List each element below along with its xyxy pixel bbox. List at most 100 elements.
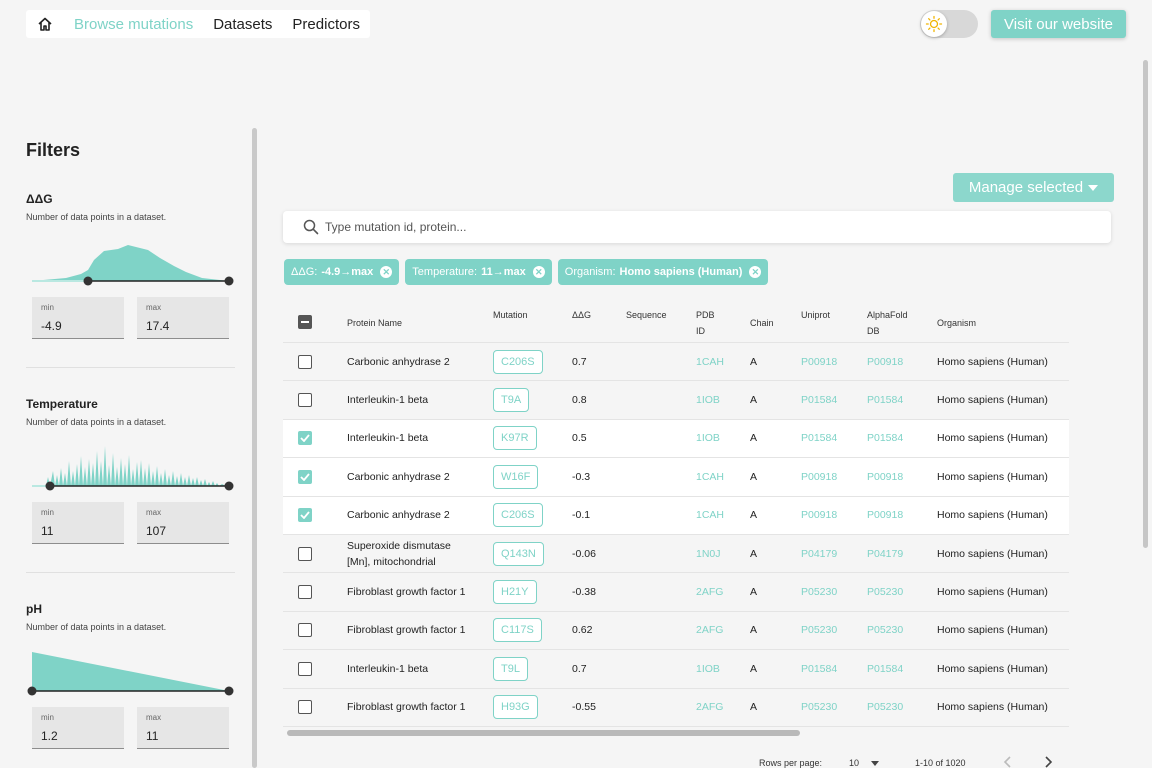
pdb-link[interactable]: 1CAH xyxy=(696,509,724,521)
mutation-tag[interactable]: H21Y xyxy=(493,580,537,605)
ph-max-handle[interactable] xyxy=(224,686,234,696)
mutation-tag[interactable]: C206S xyxy=(493,503,543,528)
row-checkbox[interactable] xyxy=(298,623,312,638)
row-checkbox[interactable] xyxy=(298,700,312,715)
chip-ddg[interactable]: ΔΔG: -4.9→max ✕ xyxy=(284,259,400,285)
ph-min-field[interactable]: min 1.2 xyxy=(32,707,124,749)
ddg-min-handle[interactable] xyxy=(83,276,93,286)
table-row[interactable]: Interleukin-1 beta T9A 0.8 1IOB A P01584 P0158… xyxy=(283,381,1069,420)
nav-datasets[interactable]: Datasets xyxy=(213,16,272,33)
table-row[interactable]: Superoxide dismutase [Mn], mitochondrial… xyxy=(283,535,1069,574)
mutation-tag[interactable]: Q143N xyxy=(493,541,544,566)
alphafold-link[interactable]: P05230 xyxy=(867,624,903,636)
pdb-link[interactable]: 1CAH xyxy=(696,471,724,483)
caret-down-icon[interactable] xyxy=(871,761,879,766)
pdb-link[interactable]: 1N0J xyxy=(696,548,721,560)
ph-min-handle[interactable] xyxy=(27,686,37,696)
row-checkbox[interactable] xyxy=(298,393,312,408)
uniprot-link[interactable]: P04179 xyxy=(801,548,837,560)
table-row[interactable]: Fibroblast growth factor 1 H21Y -0.38 2AFG A… xyxy=(283,573,1069,612)
close-icon[interactable]: ✕ xyxy=(380,266,393,278)
alphafold-link[interactable]: P01584 xyxy=(867,394,903,406)
alphafold-link[interactable]: P05230 xyxy=(867,586,903,598)
header-organism[interactable]: Organism xyxy=(937,315,976,331)
mutation-tag[interactable]: C206S xyxy=(493,349,543,374)
header-chain[interactable]: Chain xyxy=(750,315,774,331)
uniprot-link[interactable]: P00918 xyxy=(801,356,837,368)
visit-website-button[interactable]: Visit our website xyxy=(991,10,1126,38)
ph-histogram[interactable] xyxy=(26,636,236,696)
uniprot-link[interactable]: P05230 xyxy=(801,586,837,598)
ddg-max-field[interactable]: max 17.4 xyxy=(137,297,229,339)
table-row[interactable]: Fibroblast growth factor 1 H93G -0.55 2AFG A… xyxy=(283,689,1069,727)
nav-browse-mutations[interactable]: Browse mutations xyxy=(74,16,193,33)
mutation-tag[interactable]: W16F xyxy=(493,464,539,489)
ph-max-field[interactable]: max 11 xyxy=(137,707,229,749)
alphafold-link[interactable]: P04179 xyxy=(867,548,903,560)
table-row[interactable]: Interleukin-1 beta K97R 0.5 1IOB A P01584 P015… xyxy=(283,419,1069,459)
table-row[interactable]: Carbonic anhydrase 2 W16F -0.3 1CAH A P00918 P… xyxy=(283,458,1069,497)
pdb-link[interactable]: 2AFG xyxy=(696,586,723,598)
uniprot-link[interactable]: P00918 xyxy=(801,509,837,521)
nav-predictors[interactable]: Predictors xyxy=(292,16,360,33)
close-icon[interactable]: ✕ xyxy=(532,266,545,278)
mutation-tag[interactable]: H93G xyxy=(493,695,538,720)
alphafold-link[interactable]: P01584 xyxy=(867,663,903,675)
page-scrollbar[interactable] xyxy=(1143,60,1148,548)
uniprot-link[interactable]: P01584 xyxy=(801,663,837,675)
row-checkbox[interactable] xyxy=(298,354,312,369)
pdb-link[interactable]: 2AFG xyxy=(696,624,723,636)
alphafold-link[interactable]: P05230 xyxy=(867,701,903,713)
ddg-histogram[interactable] xyxy=(26,226,236,286)
pdb-link[interactable]: 1IOB xyxy=(696,394,720,406)
table-row[interactable]: Carbonic anhydrase 2 C206S -0.1 1CAH A P00918… xyxy=(283,496,1069,535)
uniprot-link[interactable]: P01584 xyxy=(801,432,837,444)
manage-selected-button[interactable]: Manage selected xyxy=(953,173,1114,202)
close-icon[interactable]: ✕ xyxy=(749,266,762,278)
temperature-min-field[interactable]: min 11 xyxy=(32,502,124,544)
search-input[interactable] xyxy=(325,220,1025,234)
alphafold-link[interactable]: P00918 xyxy=(867,356,903,368)
row-checkbox[interactable] xyxy=(298,469,312,484)
pdb-link[interactable]: 1CAH xyxy=(696,356,724,368)
horizontal-scrollbar[interactable] xyxy=(287,730,800,736)
table-row[interactable]: Fibroblast growth factor 1 C117S 0.62 2AFG A… xyxy=(283,612,1069,651)
row-checkbox[interactable] xyxy=(298,508,312,523)
header-pdb[interactable]: PDB ID xyxy=(696,307,715,339)
row-checkbox[interactable] xyxy=(298,585,312,600)
uniprot-link[interactable]: P00918 xyxy=(801,471,837,483)
uniprot-link[interactable]: P05230 xyxy=(801,701,837,713)
mutation-tag[interactable]: K97R xyxy=(493,426,537,451)
temperature-max-handle[interactable] xyxy=(224,481,234,491)
mutation-tag[interactable]: T9A xyxy=(493,388,530,413)
mutation-tag[interactable]: T9L xyxy=(493,656,528,681)
pdb-link[interactable]: 1IOB xyxy=(696,432,720,444)
row-checkbox[interactable] xyxy=(298,661,312,676)
chevron-left-icon[interactable] xyxy=(1003,756,1013,768)
alphafold-link[interactable]: P00918 xyxy=(867,509,903,521)
rows-per-page-select[interactable]: 10 xyxy=(849,758,859,768)
table-row[interactable]: Carbonic anhydrase 2 C206S 0.7 1CAH A P00918 P… xyxy=(283,343,1069,382)
home-icon[interactable] xyxy=(36,15,54,33)
theme-toggle[interactable] xyxy=(920,10,978,38)
uniprot-link[interactable]: P01584 xyxy=(801,394,837,406)
pdb-link[interactable]: 2AFG xyxy=(696,701,723,713)
chip-temperature[interactable]: Temperature: 11→max ✕ xyxy=(405,259,552,285)
mutation-tag[interactable]: C117S xyxy=(493,618,542,643)
table-row[interactable]: Interleukin-1 beta T9L 0.7 1IOB A P01584 P0158… xyxy=(283,650,1069,689)
temperature-histogram[interactable] xyxy=(26,431,236,491)
header-protein-name[interactable]: Protein Name xyxy=(347,315,402,331)
header-ddg[interactable]: ΔΔG xyxy=(572,307,591,323)
header-sequence[interactable]: Sequence xyxy=(626,307,667,323)
chip-organism[interactable]: Organism: Homo sapiens (Human) ✕ xyxy=(557,259,769,285)
temperature-max-field[interactable]: max 107 xyxy=(137,502,229,544)
alphafold-link[interactable]: P01584 xyxy=(867,432,903,444)
row-checkbox[interactable] xyxy=(298,546,312,561)
temperature-min-handle[interactable] xyxy=(45,481,55,491)
header-alphafold[interactable]: AlphaFold DB xyxy=(867,307,908,339)
row-checkbox[interactable] xyxy=(298,431,312,446)
ddg-min-field[interactable]: min -4.9 xyxy=(32,297,124,339)
pdb-link[interactable]: 1IOB xyxy=(696,663,720,675)
ddg-max-handle[interactable] xyxy=(224,276,234,286)
header-uniprot[interactable]: Uniprot xyxy=(801,307,830,323)
